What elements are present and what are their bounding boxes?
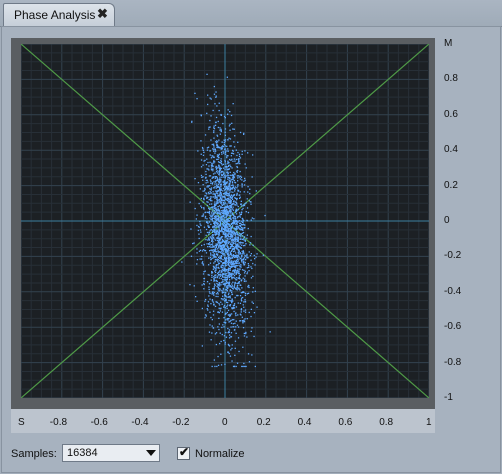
phase-scatter-plot	[21, 44, 429, 398]
check-icon: ✔	[179, 445, 190, 459]
x-tick-label: -0.2	[172, 417, 190, 428]
y-tick-label: 0.8	[444, 73, 458, 85]
samples-value: 16384	[67, 447, 98, 459]
y-tick-label: 0.6	[444, 108, 458, 120]
y-tick-label: M	[444, 38, 453, 49]
x-tick-label: -0.6	[90, 417, 108, 428]
y-tick-label: -0.2	[444, 250, 462, 262]
tab-strip: Phase Analysis ✖	[0, 0, 502, 27]
x-tick-label: 0.8	[379, 417, 394, 428]
x-tick-label: 0.2	[256, 417, 271, 428]
x-tick-label: 1	[426, 417, 432, 428]
tab-title: Phase Analysis	[14, 8, 96, 22]
phase-analysis-window: Phase Analysis ✖ M 0.8 0.6 0.4 0.2 0 -0.2 -0.4 -…	[0, 0, 502, 474]
normalize-label[interactable]: Normalize	[195, 448, 245, 460]
x-tick-label: S	[18, 417, 25, 428]
samples-dropdown[interactable]: 16384	[62, 444, 160, 462]
y-tick-label: -1	[444, 392, 453, 403]
y-tick-label: -0.6	[444, 321, 462, 333]
y-tick-label: 0.2	[444, 179, 458, 191]
y-tick-label: -0.8	[444, 356, 462, 368]
normalize-checkbox[interactable]: ✔	[177, 445, 190, 460]
x-tick-label: 0	[222, 417, 228, 428]
samples-label: Samples:	[11, 448, 57, 460]
y-tick-label: 0	[444, 215, 450, 226]
close-icon[interactable]: ✖	[97, 6, 108, 22]
x-tick-label: -0.8	[49, 417, 68, 428]
controls-bar: Samples: 16384 ✔ Normalize	[0, 442, 502, 466]
y-tick-label: 0.4	[444, 144, 458, 156]
x-tick-label: -0.4	[131, 417, 149, 428]
x-tick-label: 0.4	[297, 417, 312, 428]
x-tick-label: 0.6	[338, 417, 353, 428]
chevron-down-icon	[146, 450, 156, 456]
y-tick-label: -0.4	[444, 285, 462, 297]
tab-phase-analysis[interactable]: Phase Analysis ✖	[3, 3, 115, 26]
